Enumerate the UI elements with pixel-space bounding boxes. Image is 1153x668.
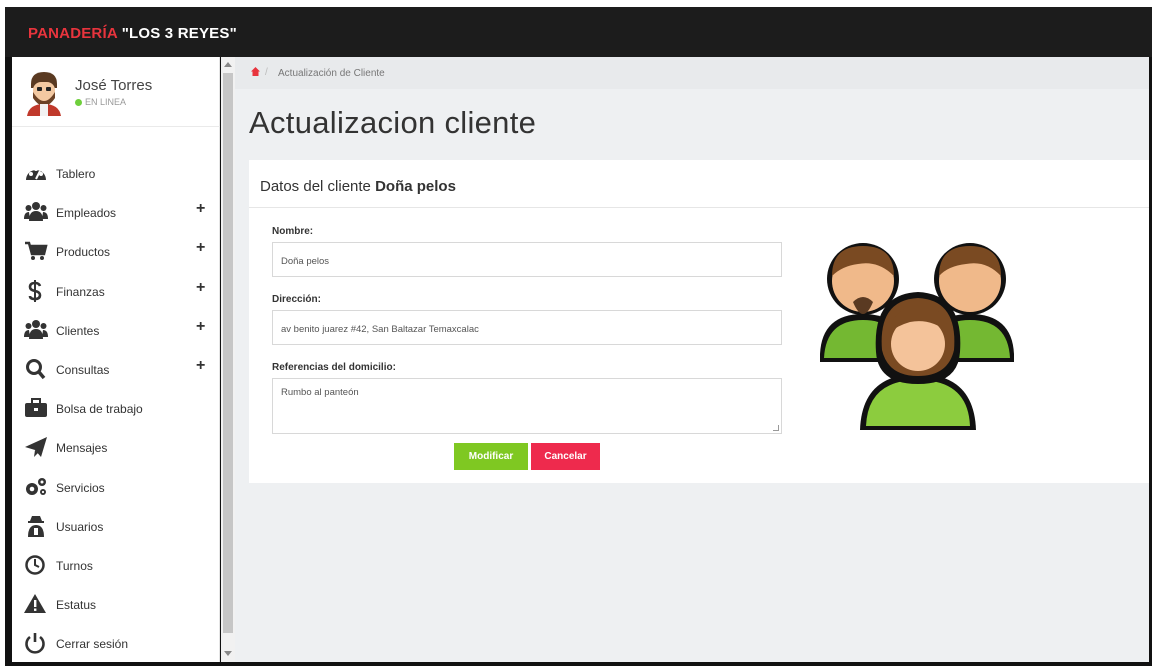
- sidebar-item-usuarios[interactable]: Usuarios: [12, 511, 220, 550]
- cart-icon: [25, 242, 48, 261]
- power-icon: [25, 633, 45, 654]
- nombre-label: Nombre:: [272, 226, 314, 237]
- home-icon[interactable]: [251, 67, 260, 76]
- expand-plus-icon[interactable]: +: [196, 357, 205, 375]
- sidebar-menu: Tablero Empleados + Productos + Finanzas…: [12, 158, 220, 667]
- user-secret-icon: [28, 515, 44, 537]
- briefcase-icon: [25, 398, 47, 418]
- brand-subtitle: "LOS 3 REYES": [121, 25, 237, 42]
- direccion-field[interactable]: av benito juarez #42, San Baltazar Temax…: [272, 310, 782, 345]
- panel-client-name: Doña pelos: [375, 178, 456, 195]
- sidebar-item-bolsa-de-trabajo[interactable]: Bolsa de trabajo: [12, 393, 220, 432]
- user-name[interactable]: José Torres: [75, 77, 152, 94]
- sidebar-item-label: Mensajes: [56, 441, 108, 456]
- sidebar-item-label: Consultas: [56, 362, 110, 377]
- user-panel: José Torres EN LINEA: [12, 57, 220, 127]
- sidebar-scrollbar[interactable]: [221, 57, 235, 662]
- sidebar-item-label: Servicios: [56, 480, 105, 495]
- sidebar-item-productos[interactable]: Productos +: [12, 236, 220, 275]
- dollar-icon: [28, 279, 42, 302]
- sidebar-item-finanzas[interactable]: Finanzas +: [12, 276, 220, 315]
- sidebar-item-servicios[interactable]: Servicios: [12, 472, 220, 511]
- sidebar-item-label: Finanzas: [56, 284, 105, 299]
- sidebar-item-label: Productos: [56, 245, 111, 260]
- clock-icon: [25, 555, 45, 575]
- scroll-up-icon[interactable]: [224, 62, 232, 67]
- sidebar-item-label: Cerrar sesión: [56, 637, 129, 652]
- brand-name: PANADERÍA: [28, 25, 118, 42]
- panel-title: Datos del cliente Doña pelos: [260, 178, 456, 195]
- expand-plus-icon[interactable]: +: [196, 279, 205, 297]
- sidebar-item-tablero[interactable]: Tablero: [12, 158, 220, 197]
- sidebar-item-mensajes[interactable]: Mensajes: [12, 432, 220, 471]
- sidebar: José Torres EN LINEA Tablero Empleados +…: [12, 57, 220, 662]
- user-status: EN LINEA: [75, 97, 126, 107]
- sidebar-item-label: Usuarios: [56, 519, 104, 534]
- sidebar-item-estatus[interactable]: Estatus: [12, 589, 220, 628]
- cancel-button[interactable]: Cancelar: [531, 443, 600, 470]
- expand-plus-icon[interactable]: +: [196, 318, 205, 336]
- paper-plane-icon: [25, 437, 47, 458]
- users-icon: [24, 319, 48, 339]
- scroll-down-icon[interactable]: [224, 651, 232, 656]
- direccion-label: Dirección:: [272, 294, 321, 305]
- scrollbar-thumb[interactable]: [223, 73, 233, 633]
- sidebar-item-label: Clientes: [56, 323, 100, 338]
- expand-plus-icon[interactable]: +: [196, 239, 205, 257]
- brand-title[interactable]: PANADERÍA "LOS 3 REYES": [28, 25, 237, 42]
- sidebar-item-turnos[interactable]: Turnos: [12, 550, 220, 589]
- expand-plus-icon[interactable]: +: [196, 200, 205, 218]
- users-icon: [24, 202, 48, 222]
- status-label: EN LINEA: [85, 97, 127, 107]
- breadcrumb: / Actualización de Cliente: [235, 57, 1149, 89]
- warning-icon: [24, 594, 46, 614]
- tachometer-icon: [26, 167, 46, 180]
- sidebar-item-clientes[interactable]: Clientes +: [12, 315, 220, 354]
- breadcrumb-separator: /: [265, 67, 268, 78]
- modify-button[interactable]: Modificar: [454, 443, 528, 470]
- referencias-value: Rumbo al panteón: [281, 387, 359, 398]
- sidebar-item-consultas[interactable]: Consultas +: [12, 354, 220, 393]
- sidebar-item-label: Turnos: [56, 558, 93, 573]
- sidebar-item-label: Estatus: [56, 598, 97, 613]
- resize-handle-icon[interactable]: [773, 425, 779, 431]
- main-content: / Actualización de Cliente Actualizacion…: [235, 57, 1149, 662]
- online-dot-icon: [75, 99, 82, 106]
- panel-header: Datos del cliente Doña pelos: [249, 160, 1149, 208]
- search-icon: [26, 358, 46, 380]
- referencias-label: Referencias del domicilio:: [272, 362, 396, 373]
- sidebar-item-label: Empleados: [56, 206, 117, 221]
- cogs-icon: [26, 477, 46, 495]
- clients-group-icon: [820, 243, 1014, 430]
- avatar: [27, 72, 61, 116]
- sidebar-item-cerrar-sesion[interactable]: Cerrar sesión: [12, 628, 220, 667]
- sidebar-item-empleados[interactable]: Empleados +: [12, 197, 220, 236]
- nombre-field[interactable]: Doña pelos: [272, 242, 782, 277]
- breadcrumb-current: Actualización de Cliente: [278, 68, 385, 79]
- sidebar-item-label: Bolsa de trabajo: [56, 402, 143, 417]
- sidebar-item-label: Tablero: [56, 167, 96, 181]
- page-title: Actualizacion cliente: [249, 105, 537, 140]
- referencias-textarea[interactable]: Rumbo al panteón: [272, 378, 782, 434]
- client-panel: Datos del cliente Doña pelos Nombre: Doñ…: [249, 160, 1149, 483]
- panel-title-prefix: Datos del cliente: [260, 178, 371, 195]
